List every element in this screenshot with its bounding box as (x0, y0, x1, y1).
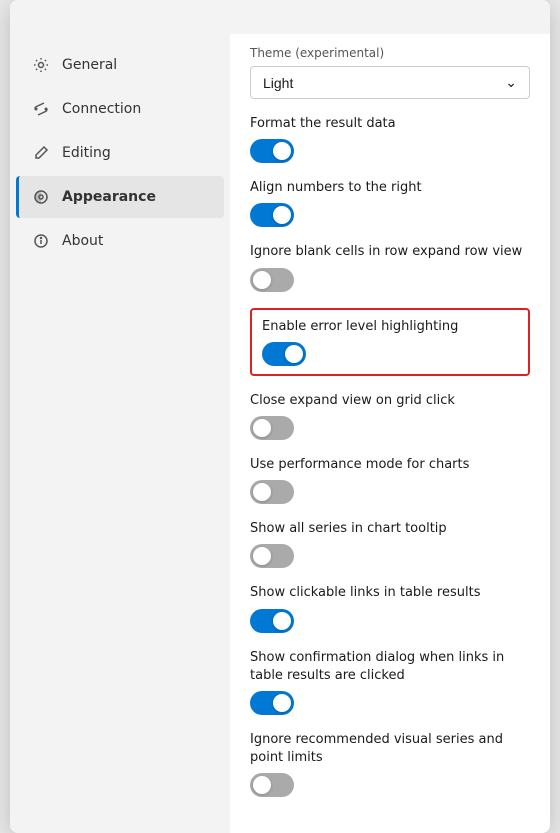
setting-format-result: Format the result data (250, 115, 530, 163)
toggle-show-series[interactable] (250, 544, 530, 568)
setting-ignore-visual: Ignore recommended visual series and poi… (250, 731, 530, 797)
toggle-confirm-dialog[interactable] (250, 691, 530, 715)
sidebar: General Connection Editing Appearance About (10, 34, 230, 833)
setting-label: Close expand view on grid click (250, 392, 530, 410)
toggle-thumb (285, 345, 303, 363)
toggle-ignore-blank[interactable] (250, 268, 530, 292)
toggle-perf-mode[interactable] (250, 480, 530, 504)
setting-clickable-links: Show clickable links in table results (250, 584, 530, 632)
setting-label: Show confirmation dialog when links in t… (250, 649, 530, 685)
info-icon (32, 232, 50, 250)
toggle-clickable-links[interactable] (250, 609, 530, 633)
sidebar-item-label: Appearance (62, 189, 156, 205)
setting-label: Ignore blank cells in row expand row vie… (250, 243, 530, 261)
toggle-align-numbers[interactable] (250, 203, 530, 227)
theme-section: Theme (experimental) Light ⌄ (250, 46, 530, 99)
sidebar-item-appearance[interactable]: Appearance (16, 176, 224, 218)
settings-dialog: GeneralConnectionEditingAppearanceAbout … (10, 0, 550, 833)
connection-icon (32, 100, 50, 118)
chevron-down-icon: ⌄ (505, 74, 517, 91)
dialog-header (10, 0, 550, 34)
setting-label: Ignore recommended visual series and poi… (250, 731, 530, 767)
appearance-icon (32, 188, 50, 206)
gear-icon (32, 56, 50, 74)
setting-label: Enable error level highlighting (262, 318, 518, 336)
theme-value: Light (263, 75, 293, 91)
setting-label: Format the result data (250, 115, 530, 133)
setting-perf-mode: Use performance mode for charts (250, 456, 530, 504)
sidebar-item-label: General (62, 57, 117, 73)
close-button[interactable] (518, 16, 530, 24)
toggle-thumb (253, 483, 271, 501)
theme-dropdown[interactable]: Light ⌄ (250, 66, 530, 99)
dialog-body: GeneralConnectionEditingAppearanceAbout … (10, 34, 550, 833)
sidebar-item-label: Connection (62, 101, 141, 117)
pencil-icon (32, 144, 50, 162)
toggle-enable-error[interactable] (262, 342, 518, 366)
toggle-thumb (273, 694, 291, 712)
sidebar-item-editing[interactable]: Editing (16, 132, 224, 174)
toggle-thumb (253, 271, 271, 289)
setting-close-expand: Close expand view on grid click (250, 392, 530, 440)
sidebar-item-label: Editing (62, 145, 111, 161)
sidebar-item-label: About (62, 233, 103, 249)
content-area: Theme (experimental) Light ⌄ Format the res… (230, 34, 550, 833)
toggle-ignore-visual[interactable] (250, 773, 530, 797)
setting-label: Align numbers to the right (250, 179, 530, 197)
setting-label: Show all series in chart tooltip (250, 520, 530, 538)
setting-label: Show clickable links in table results (250, 584, 530, 602)
sidebar-item-general[interactable]: General (16, 44, 224, 86)
toggle-format-result[interactable] (250, 139, 530, 163)
toggle-thumb (273, 612, 291, 630)
setting-enable-error: Enable error level highlighting (250, 308, 530, 376)
setting-show-series: Show all series in chart tooltip (250, 520, 530, 568)
toggle-close-expand[interactable] (250, 416, 530, 440)
sidebar-item-connection[interactable]: Connection (16, 88, 224, 130)
setting-label: Use performance mode for charts (250, 456, 530, 474)
toggle-thumb (253, 419, 271, 437)
setting-align-numbers: Align numbers to the right (250, 179, 530, 227)
theme-label: Theme (experimental) (250, 46, 530, 60)
sidebar-item-about[interactable]: About (16, 220, 224, 262)
setting-confirm-dialog: Show confirmation dialog when links in t… (250, 649, 530, 715)
setting-ignore-blank: Ignore blank cells in row expand row vie… (250, 243, 530, 291)
